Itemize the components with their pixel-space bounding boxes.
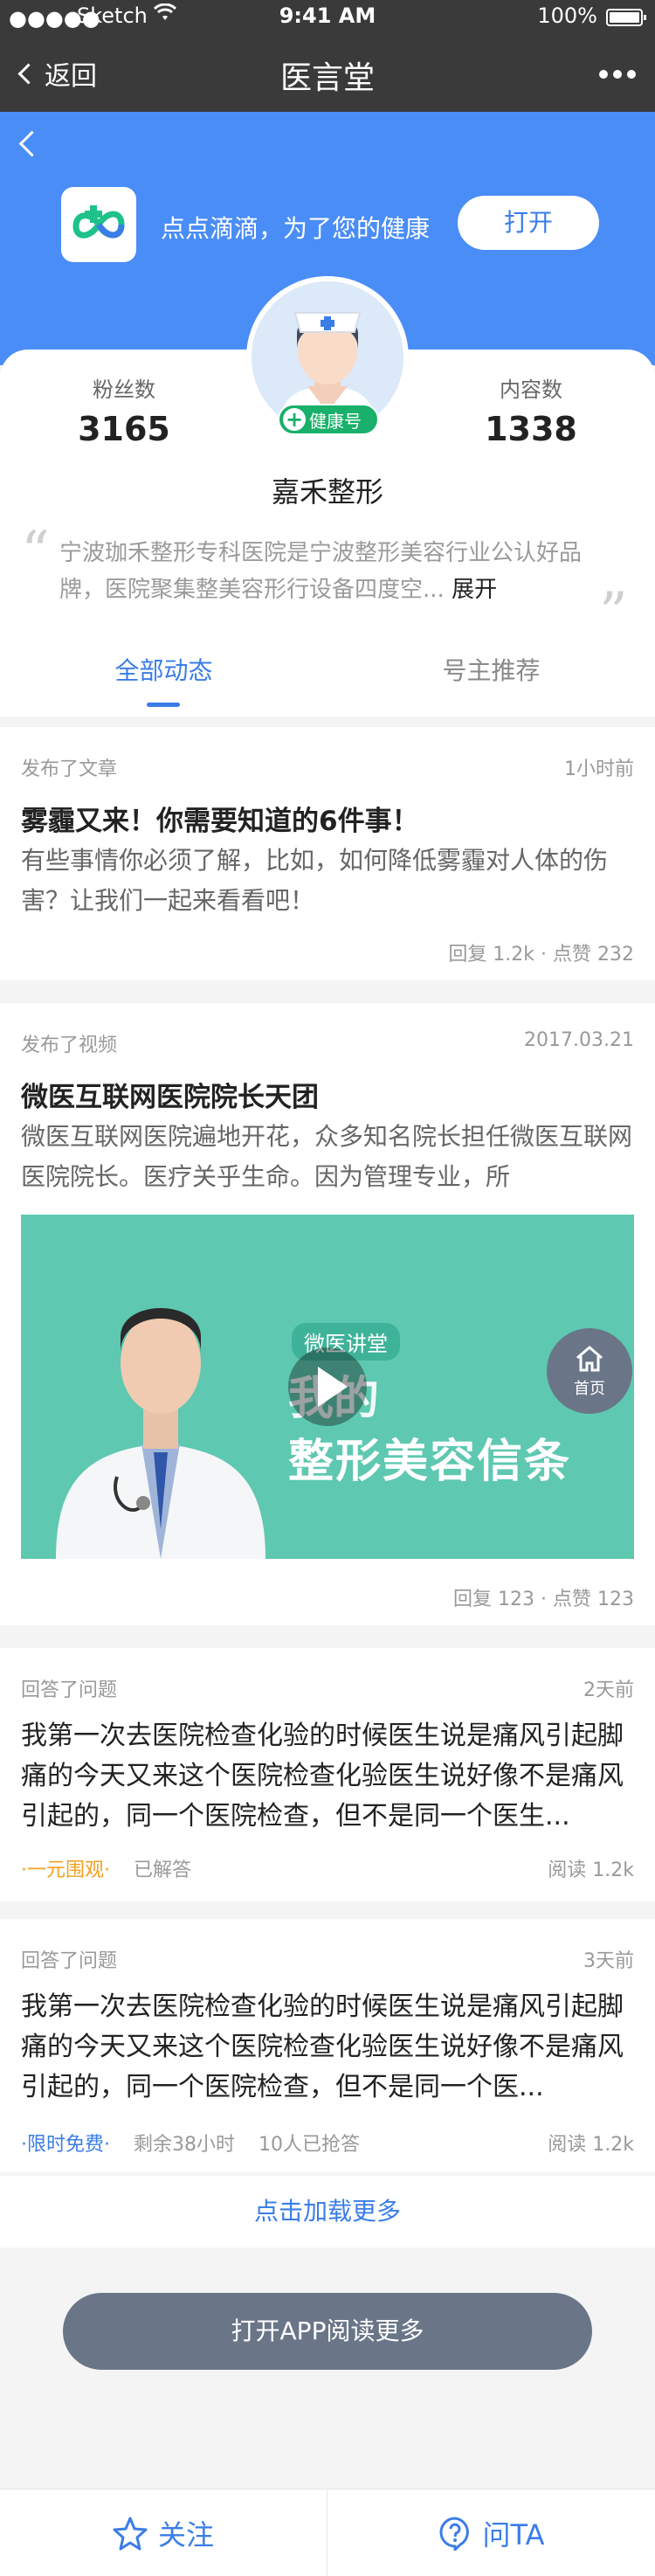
video-caption-line2: 整形美容信条: [288, 1436, 572, 1488]
card-type: 发布了文章: [21, 758, 118, 780]
home-label: 首页: [574, 1380, 605, 1398]
ask-button[interactable]: 问TA: [328, 2489, 654, 2576]
grab-count: 10人已抢答: [259, 2134, 360, 2156]
bottom-action-bar: 关注 问TA: [0, 2489, 655, 2576]
card-type: 回答了问题: [21, 1950, 118, 1972]
answer-status: 已解答: [134, 1859, 192, 1881]
nav-bar: 返回 医言堂: [0, 35, 655, 112]
card-desc: 微医互联网医院遍地开花，众多知名院长担任微医互联网医院院长。医疗关乎生命。因为管…: [21, 1122, 632, 1191]
feed-card-article[interactable]: 发布了文章 1小时前 雾霾又来！你需要知道的6件事！ 有些事情你必须了解，比如，…: [0, 727, 655, 980]
card-time: 3天前: [583, 1950, 634, 1972]
follow-label: 关注: [157, 2518, 214, 2552]
plus-icon: +: [283, 408, 306, 431]
status-bar: ●●●●● Sketch 9:41 AM 100%: [0, 0, 655, 35]
fans-label: 粉丝数: [93, 377, 155, 402]
expand-link[interactable]: 展开: [452, 577, 497, 603]
card-time: 2017.03.21: [524, 1029, 634, 1051]
quote-open-icon: “: [21, 520, 50, 585]
tab-recommended[interactable]: 号主推荐: [328, 652, 655, 687]
open-app-read-more-button[interactable]: 打开APP阅读更多: [63, 2293, 592, 2370]
read-count: 阅读 1.2k: [548, 2134, 634, 2156]
video-thumbnail[interactable]: 微医讲堂 我的 整形美容信条: [21, 1215, 634, 1559]
card-time: 1小时前: [564, 758, 634, 780]
follow-button[interactable]: 关注: [0, 2489, 328, 2576]
intro-text: 宁波珈禾整形专科医院是宁波整形美容行业公认好品牌，医院聚集整美容形行设备四度空.…: [59, 540, 583, 603]
question-text[interactable]: 我第一次去医院检查化验的时候医生说是痛风引起脚痛的今天又来这个医院检查化验医生说…: [21, 1987, 638, 2108]
content-stat: 内容数 1338: [444, 372, 618, 448]
home-icon: [576, 1346, 603, 1372]
play-icon[interactable]: [288, 1347, 367, 1426]
feed-card-question[interactable]: 回答了问题 2天前 我第一次去医院检查化验的时候医生说是痛风引起脚痛的今天又来这…: [0, 1648, 655, 1901]
content-count: 1338: [485, 410, 577, 448]
open-app-button[interactable]: 打开: [458, 196, 599, 250]
card-type: 发布了视频: [21, 1035, 118, 1056]
ask-label: 问TA: [482, 2518, 545, 2552]
tab-all-updates[interactable]: 全部动态: [0, 652, 328, 707]
card-title[interactable]: 微医互联网医院院长天团: [21, 1075, 632, 1114]
load-more-button[interactable]: 点击加载更多: [0, 2176, 655, 2247]
battery-percent: 100%: [537, 3, 597, 28]
question-tags: ·一元围观· 已解答: [21, 1854, 191, 1882]
profile-name: 嘉禾整形: [271, 475, 383, 509]
page: ●●●●● Sketch 9:41 AM 100% 返回 医言堂 点点滴滴，为了…: [0, 0, 655, 2576]
nav-title: 医言堂: [279, 60, 375, 96]
profile-intro: 宁波珈禾整形专科医院是宁波整形美容行业公认好品牌，医院聚集整美容形行设备四度空.…: [59, 535, 601, 608]
app-logo-icon: [61, 187, 136, 262]
content-label: 内容数: [500, 377, 562, 402]
star-icon: [113, 2517, 148, 2551]
more-menu-icon[interactable]: [599, 70, 636, 79]
question-text[interactable]: 我第一次去医院检查化验的时候医生说是痛风引起脚痛的今天又来这个医院检查化验医生说…: [21, 1716, 638, 1837]
card-title[interactable]: 雾霾又来！你需要知道的6件事！: [21, 799, 632, 838]
question-tags: ·限时免费· 剩余38小时 10人已抢答: [21, 2129, 360, 2157]
quote-close-icon: ”: [599, 581, 628, 646]
feed-card-video[interactable]: 发布了视频 2017.03.21 微医互联网医院院长天团 微医互联网医院遍地开花…: [0, 1003, 655, 1625]
hero-back-icon[interactable]: [18, 130, 45, 157]
badge-label: 健康号: [309, 410, 362, 432]
feed-card-question[interactable]: 回答了问题 3天前 我第一次去医院检查化验的时候医生说是痛风引起脚痛的今天又来这…: [0, 1919, 655, 2172]
health-account-badge: + 健康号: [278, 404, 379, 435]
fans-count: 3165: [78, 410, 170, 448]
read-count: 阅读 1.2k: [548, 1859, 634, 1881]
card-type: 回答了问题: [21, 1679, 118, 1701]
battery-icon: [606, 9, 646, 26]
tab-bar: 全部动态 号主推荐: [0, 652, 655, 713]
card-time: 2天前: [583, 1679, 634, 1701]
card-stats: 回复 1.2k · 点赞 232: [448, 944, 634, 966]
home-button[interactable]: 首页: [547, 1328, 632, 1414]
tag-paid-view: ·一元围观·: [21, 1859, 110, 1881]
tag-limited-free: ·限时免费·: [21, 2134, 110, 2156]
avatar: + 健康号: [246, 276, 409, 439]
profile-card: + 健康号 粉丝数 3165 内容数 1338 嘉禾整形 “ 宁波珈禾整形专科医…: [0, 276, 655, 717]
card-desc: 有些事情你必须了解，比如，如何降低雾霾对人体的伤害？让我们一起来看看吧！: [21, 846, 609, 915]
time-remaining: 剩余38小时: [134, 2134, 235, 2156]
app-slogan: 点点滴滴，为了您的健康: [161, 214, 431, 243]
fans-stat: 粉丝数 3165: [37, 372, 211, 448]
question-bubble-icon: [439, 2517, 469, 2551]
doctor-portrait-icon: [56, 1308, 265, 1559]
card-stats: 回复 123 · 点赞 123: [453, 1589, 634, 1610]
